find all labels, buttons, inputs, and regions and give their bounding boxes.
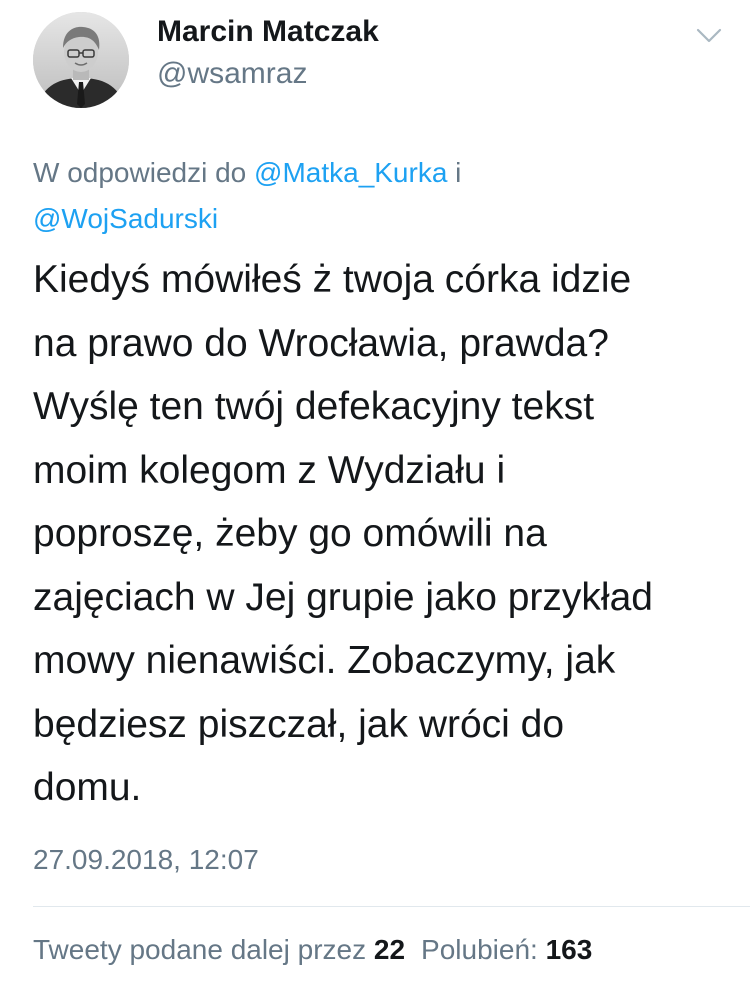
mention-link[interactable]: @Matka_Kurka <box>254 157 447 188</box>
tweet-detail: Marcin Matczak @wsamraz W odpowiedzi do … <box>0 0 750 991</box>
tweet-text-line: mowy nienawiści. Zobaczymy, jak <box>33 639 616 682</box>
tweet-text-line: zajęciach w Jej grupie jako przykład <box>33 575 653 619</box>
reply-joiner: i <box>447 157 462 188</box>
tweet-text-line: Kiedyś mówiłeś ż twoja córka idzie <box>33 258 632 301</box>
tweet-menu-button[interactable] <box>694 26 724 46</box>
tweet-text: Kiedyś mówiłeś ż twoja córka idzie na pr… <box>33 248 733 820</box>
reply-prefix: W odpowiedzi do <box>33 157 255 188</box>
profile-photo-icon <box>33 12 129 108</box>
likes-count[interactable]: 163 <box>546 934 593 965</box>
tweet-text-line: domu. <box>33 766 142 809</box>
likes-label[interactable]: Polubień: <box>421 934 538 965</box>
username-handle[interactable]: @wsamraz <box>157 56 307 92</box>
display-name[interactable]: Marcin Matczak <box>157 12 379 52</box>
tweet-timestamp[interactable]: 27.09.2018, 12:07 <box>33 842 259 878</box>
tweet-text-line: moim kolegom z Wydziału i <box>33 448 506 492</box>
divider <box>33 906 750 907</box>
mention-link[interactable]: @WojSadurski <box>33 203 218 234</box>
avatar[interactable] <box>33 12 129 108</box>
tweet-text-line: Wyślę ten twój defekacyjny tekst <box>33 385 595 428</box>
tweet-text-line: na prawo do Wrocławia, prawda? <box>33 321 609 365</box>
retweets-count[interactable]: 22 <box>374 934 405 965</box>
chevron-down-icon <box>696 28 722 43</box>
engagement-stats: Tweety podane dalej przez 22 Polubień: 16… <box>33 930 592 970</box>
tweet-text-line: poproszę, żeby go omówili na <box>33 512 547 555</box>
reply-context: W odpowiedzi do @Matka_Kurka i @WojSadur… <box>33 150 723 242</box>
tweet-text-line: będziesz piszczał, jak wróci do <box>33 702 565 746</box>
retweets-label[interactable]: Tweety podane dalej przez <box>33 934 366 965</box>
